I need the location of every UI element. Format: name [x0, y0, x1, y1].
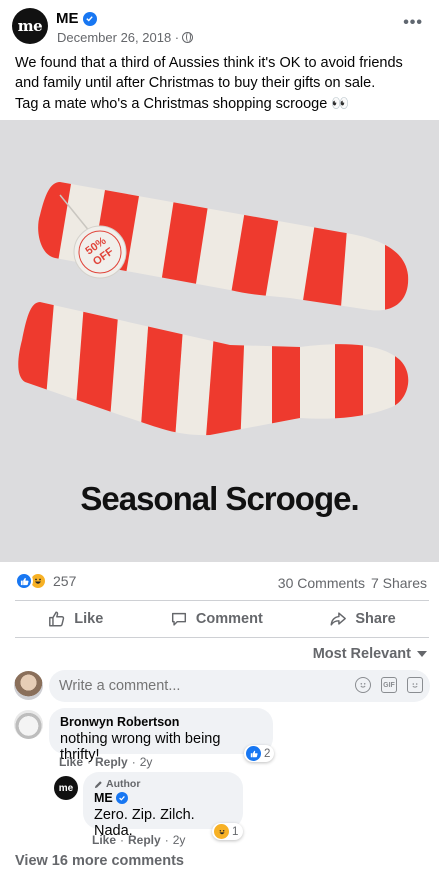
view-more-comments-link[interactable]: View 16 more comments	[15, 853, 184, 869]
comments-count[interactable]: 30 Comments	[278, 575, 365, 591]
verified-badge-icon	[82, 11, 97, 26]
post-text-secondary: Tag a mate who's a Christmas shopping sc…	[15, 96, 350, 112]
image-headline: Seasonal Scrooge.	[80, 480, 359, 517]
caret-down-icon	[417, 651, 427, 657]
verified-badge-icon	[115, 792, 128, 804]
reply-age[interactable]: 2y	[173, 833, 186, 847]
engagement-counts: 30 Comments 7 Shares	[278, 575, 427, 591]
pencil-icon	[94, 780, 102, 788]
author-tag-label: Author	[106, 778, 141, 790]
comment-reaction-count: 2	[264, 747, 271, 760]
gif-icon[interactable]: GIF	[381, 677, 397, 693]
sticker-icon[interactable]	[407, 677, 423, 693]
sort-label: Most Relevant	[312, 646, 411, 662]
like-reaction-icon	[15, 572, 33, 590]
page-name-row: ME	[56, 10, 97, 27]
comment-sort-dropdown[interactable]: Most Relevant	[313, 646, 427, 662]
like-reaction-icon	[246, 746, 261, 761]
reply-author[interactable]: ME	[94, 791, 113, 805]
current-user-avatar[interactable]	[14, 671, 43, 700]
comment-button[interactable]: Comment	[170, 610, 263, 628]
comment-meta: Like · Reply · 2y	[59, 755, 153, 769]
divider	[15, 600, 429, 601]
shares-count[interactable]: 7 Shares	[371, 575, 427, 591]
author-badge: Author	[94, 778, 232, 790]
comment-age[interactable]: 2y	[140, 755, 153, 769]
post-image[interactable]: 50% OFF Seasonal Scrooge.	[0, 120, 439, 562]
reply-like-link[interactable]: Like	[92, 833, 116, 847]
emoji-icon[interactable]	[355, 677, 371, 693]
reaction-count: 257	[53, 573, 77, 589]
haha-reaction-icon	[214, 824, 229, 839]
reply-author-row: ME	[94, 791, 232, 805]
page-avatar-logo[interactable]: me	[12, 8, 48, 44]
post-timestamp-row: December 26, 2018 ·	[57, 30, 194, 45]
composer-icons: GIF	[355, 677, 423, 693]
comment-bubble-icon	[171, 612, 186, 626]
reply-reaction-count: 1	[232, 825, 239, 838]
logo-text: me	[17, 17, 43, 35]
comment-author[interactable]: Bronwyn Robertson	[60, 715, 262, 729]
comment-bubble: Bronwyn Robertson nothing wrong with bei…	[49, 708, 273, 763]
post-text: We found that a third of Aussies think i…	[15, 55, 403, 91]
reply-author-avatar[interactable]: me	[54, 776, 78, 800]
share-arrow-icon	[330, 612, 347, 626]
divider	[15, 637, 429, 638]
share-button[interactable]: Share	[329, 610, 396, 628]
post-action-bar: Like Comment Share	[15, 602, 429, 636]
comment-reaction-badge[interactable]: 2	[244, 745, 275, 762]
like-button[interactable]: Like	[48, 610, 103, 628]
reply-reply-link[interactable]: Reply	[128, 833, 161, 847]
reply-reaction-badge[interactable]: 1	[212, 823, 244, 840]
post-date[interactable]: December 26, 2018 ·	[57, 30, 179, 45]
thumbs-up-icon	[49, 611, 65, 627]
share-label: Share	[355, 611, 396, 627]
comment-like-link[interactable]: Like	[59, 755, 83, 769]
reply-meta: Like · Reply · 2y	[92, 833, 186, 847]
more-options-icon[interactable]: •••	[403, 14, 423, 32]
comment-label: Comment	[195, 611, 263, 627]
globe-icon	[182, 32, 194, 43]
comment-reply-link[interactable]: Reply	[95, 755, 128, 769]
reply-bubble: Author ME Zero. Zip. Zilch. Nada.	[83, 772, 243, 839]
reactions-summary[interactable]: 257	[15, 572, 76, 590]
like-label: Like	[74, 611, 104, 627]
page-name[interactable]: ME	[56, 10, 79, 27]
commenter-avatar[interactable]	[14, 710, 43, 739]
